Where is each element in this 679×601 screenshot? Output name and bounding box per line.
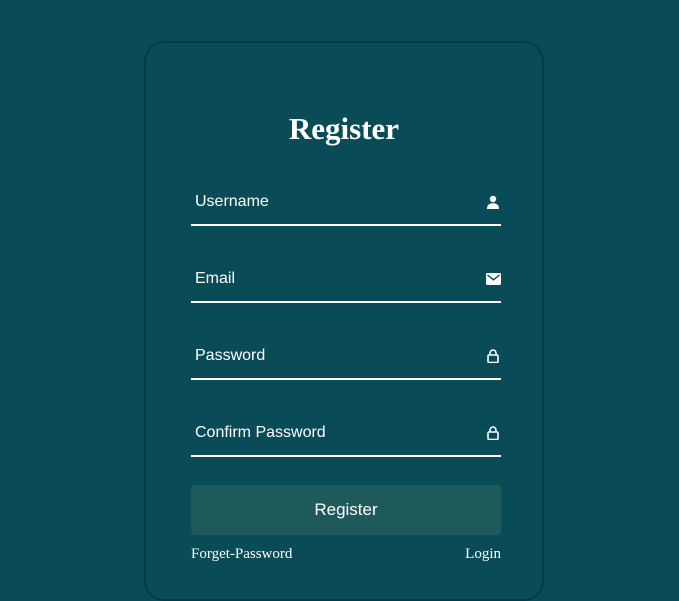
username-input[interactable]: [191, 180, 461, 224]
password-input[interactable]: [191, 334, 461, 378]
lock-icon: [485, 425, 501, 441]
confirm-password-input[interactable]: [191, 411, 461, 455]
email-field-group: [191, 257, 501, 303]
email-input[interactable]: [191, 257, 461, 301]
user-icon: [485, 194, 501, 210]
login-link[interactable]: Login: [465, 545, 501, 563]
username-field-group: [191, 180, 501, 226]
confirm-password-field-group: [191, 411, 501, 457]
form-title: Register: [288, 111, 400, 146]
password-field-group: [191, 334, 501, 380]
envelope-icon: [485, 271, 501, 287]
forget-password-link[interactable]: Forget-Password: [191, 545, 292, 563]
register-button[interactable]: Register: [191, 485, 501, 535]
lock-icon: [485, 348, 501, 364]
form-links: Forget-Password Login: [191, 545, 501, 563]
register-card: Register Username Email Register Forget-…: [144, 41, 544, 601]
